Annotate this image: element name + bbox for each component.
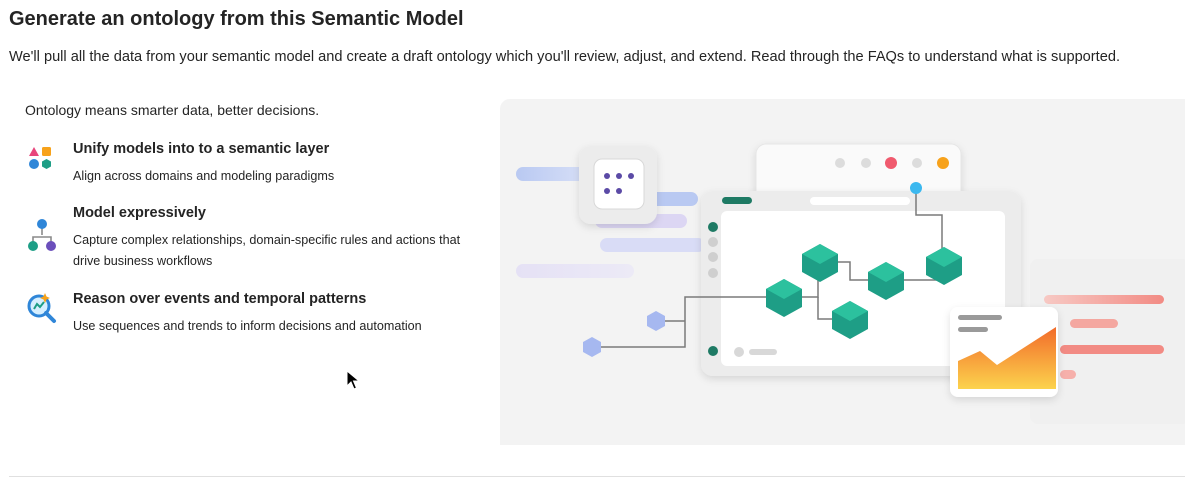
feature-description: Align across domains and modeling paradi… xyxy=(73,169,335,183)
ontology-illustration xyxy=(500,99,1185,445)
hierarchy-icon xyxy=(28,219,56,251)
bottom-divider xyxy=(9,476,1185,477)
page-title: Generate an ontology from this Semantic … xyxy=(9,8,464,30)
mouse-cursor-icon xyxy=(346,370,360,390)
intro-text: Ontology means smarter data, better deci… xyxy=(25,102,320,118)
shapes-icon xyxy=(29,147,51,169)
search-sparkle-icon xyxy=(27,293,56,323)
feature-title: Model expressively xyxy=(73,205,206,221)
feature-model: Model expressively Capture complex relat… xyxy=(25,205,485,268)
feature-title: Unify models into to a semantic layer xyxy=(73,141,330,157)
page-description: We'll pull all the data from your semant… xyxy=(9,49,1120,65)
feature-reason: Reason over events and temporal patterns… xyxy=(25,291,485,351)
feature-description: Capture complex relationships, domain-sp… xyxy=(73,233,461,268)
feature-description: Use sequences and trends to inform decis… xyxy=(73,319,422,333)
feature-title: Reason over events and temporal patterns xyxy=(73,291,367,307)
illustration-artwork xyxy=(516,143,1185,424)
feature-unify: Unify models into to a semantic layer Al… xyxy=(25,141,485,201)
